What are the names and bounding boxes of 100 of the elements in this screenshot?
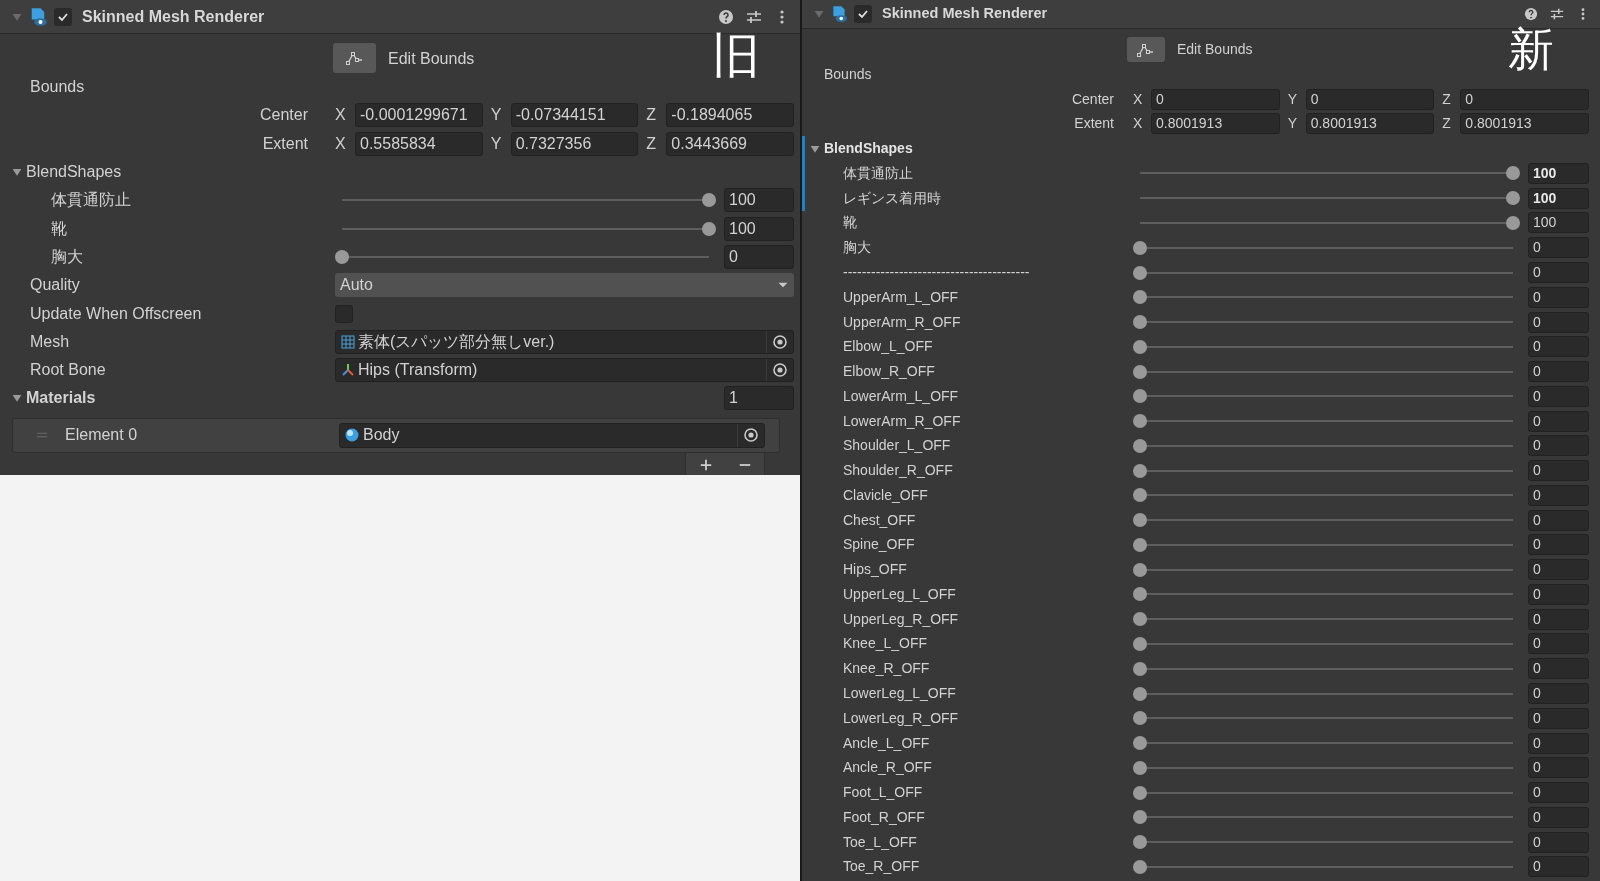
number-field[interactable]: 0.5585834	[355, 131, 483, 156]
number-field[interactable]: 0	[724, 244, 794, 269]
object-field[interactable]: Hips (Transform)	[335, 358, 794, 383]
object-field[interactable]: 素体(スパッツ部分無しver.)	[335, 329, 794, 354]
number-field[interactable]: 0	[1528, 534, 1589, 556]
blend-shape-label: Ancle_L_OFF	[843, 734, 930, 751]
slider-thumb[interactable]	[1506, 166, 1520, 181]
edit-bounds-button[interactable]	[1127, 37, 1165, 62]
number-field[interactable]: 0	[1528, 757, 1589, 779]
number-field[interactable]: 0	[1528, 410, 1589, 432]
number-field[interactable]: 0	[1528, 683, 1589, 704]
number-field[interactable]: 100	[724, 216, 794, 241]
number-field[interactable]: 100	[1528, 212, 1589, 234]
slider-thumb[interactable]	[1133, 612, 1147, 627]
number-field[interactable]: 0	[1528, 806, 1589, 828]
number-field[interactable]: 0	[1528, 262, 1589, 283]
blend-shape-label: LowerLeg_L_OFF	[843, 685, 956, 701]
sliders-icon[interactable]	[746, 8, 762, 25]
number-field[interactable]: 0.7327356	[510, 131, 639, 156]
number-field[interactable]: 0	[1528, 336, 1589, 358]
slider-thumb[interactable]	[1133, 488, 1147, 503]
slider-thumb[interactable]	[1133, 240, 1147, 255]
slider-thumb[interactable]	[1133, 785, 1147, 800]
slider-thumb[interactable]	[1133, 736, 1147, 751]
slider-thumb[interactable]	[1133, 537, 1147, 552]
number-field[interactable]: 1	[724, 386, 794, 411]
slider-thumb[interactable]	[1133, 290, 1147, 305]
number-field[interactable]: 0	[1528, 361, 1589, 383]
help-icon[interactable]	[1524, 7, 1538, 21]
number-field[interactable]: 0	[1305, 88, 1435, 110]
blend-shape-label: 胸大	[51, 247, 83, 265]
slider-thumb[interactable]	[335, 249, 349, 264]
slider-thumb[interactable]	[702, 193, 716, 208]
slider-thumb[interactable]	[1506, 215, 1520, 230]
number-field[interactable]: 0	[1528, 484, 1589, 506]
enabled-checkbox[interactable]	[54, 7, 72, 26]
slider-thumb[interactable]	[1133, 364, 1147, 379]
sliders-icon[interactable]	[1550, 7, 1564, 21]
slider-thumb[interactable]	[1133, 389, 1147, 404]
number-field[interactable]: 0	[1528, 559, 1589, 581]
number-field[interactable]: 0	[1528, 237, 1589, 259]
number-field[interactable]: 0	[1528, 633, 1589, 655]
number-field[interactable]: 0	[1528, 509, 1589, 531]
slider-thumb[interactable]	[1133, 562, 1147, 577]
number-field[interactable]: 0	[1528, 831, 1589, 853]
slider-thumb[interactable]	[1133, 463, 1147, 478]
number-field[interactable]: -0.1894065	[666, 103, 794, 128]
help-icon[interactable]	[718, 8, 734, 25]
slider-thumb[interactable]	[1133, 835, 1147, 850]
component-title: Skinned Mesh Renderer	[82, 6, 265, 27]
number-field[interactable]: 100	[1528, 187, 1589, 209]
slider-thumb[interactable]	[1133, 414, 1147, 429]
number-field[interactable]: 0	[1528, 311, 1589, 333]
slider-thumb[interactable]	[1133, 265, 1147, 280]
number-field[interactable]: 0.8001913	[1305, 113, 1435, 135]
edit-bounds-button[interactable]	[333, 43, 376, 73]
number-field[interactable]: 0	[1528, 460, 1589, 482]
slider-thumb[interactable]	[702, 221, 716, 236]
number-field[interactable]: 0.8001913	[1460, 113, 1589, 135]
property-label: Mesh	[30, 332, 70, 350]
object-field-value: Body	[363, 425, 401, 446]
slider-thumb[interactable]	[1133, 513, 1147, 528]
number-field[interactable]: -0.0001299671	[355, 103, 483, 128]
number-field[interactable]: 0	[1528, 385, 1589, 407]
number-field[interactable]: 0.8001913	[1151, 113, 1280, 135]
number-field[interactable]: 0	[1528, 707, 1589, 729]
quality-dropdown[interactable]: Auto	[335, 273, 794, 298]
slider-thumb[interactable]	[1133, 438, 1147, 453]
number-field[interactable]: 0	[1528, 782, 1589, 804]
slider-thumb[interactable]	[1133, 686, 1147, 701]
slider-thumb[interactable]	[1506, 191, 1520, 206]
bounds-icon	[344, 50, 365, 66]
blend-shape-label: Clavicle_OFF	[843, 486, 928, 503]
number-field[interactable]: 0	[1151, 88, 1280, 110]
slider-thumb[interactable]	[1133, 315, 1147, 330]
number-field[interactable]: 0	[1528, 856, 1589, 878]
slider-thumb[interactable]	[1133, 810, 1147, 825]
number-field[interactable]: 0	[1528, 286, 1589, 308]
number-field[interactable]: 100	[1528, 162, 1589, 184]
slider-thumb[interactable]	[1133, 637, 1147, 651]
number-field[interactable]: 0	[1528, 583, 1589, 605]
slider-thumb[interactable]	[1133, 859, 1147, 874]
number-field[interactable]: 0	[1528, 435, 1589, 457]
section-label: BlendShapes	[26, 162, 122, 183]
object-field[interactable]: Body	[339, 422, 765, 448]
add-icon[interactable]	[698, 457, 713, 472]
number-field[interactable]: 0	[1460, 88, 1589, 110]
slider-thumb[interactable]	[1133, 661, 1147, 676]
number-field[interactable]: 0	[1528, 608, 1589, 630]
slider-thumb[interactable]	[1133, 339, 1147, 354]
number-field[interactable]: 0.3443669	[666, 131, 794, 156]
number-field[interactable]: 0	[1528, 658, 1589, 680]
axis-label: Y	[490, 133, 503, 154]
slider-thumb[interactable]	[1133, 760, 1147, 775]
number-field[interactable]: -0.07344151	[510, 103, 639, 128]
slider-thumb[interactable]	[1133, 587, 1147, 602]
enabled-checkbox[interactable]	[854, 5, 872, 23]
number-field[interactable]: 0	[1528, 732, 1589, 754]
number-field[interactable]: 100	[724, 188, 794, 213]
slider-thumb[interactable]	[1133, 711, 1147, 726]
